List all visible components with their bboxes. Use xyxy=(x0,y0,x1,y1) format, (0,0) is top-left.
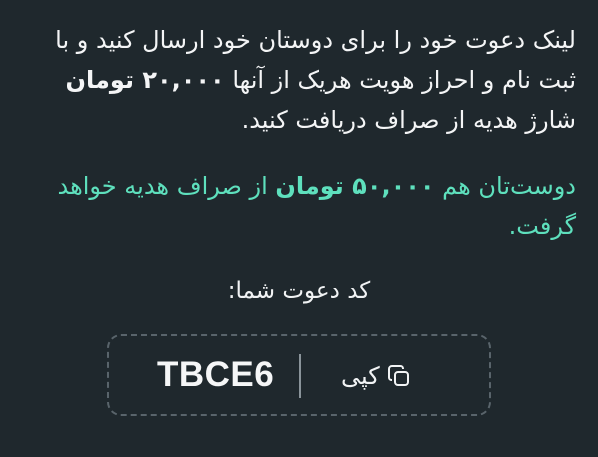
invite-code-value: TBCE6 xyxy=(157,355,275,394)
copy-icon xyxy=(386,363,412,389)
invite-reward-text: لینک دعوت خود را برای دوستان خود ارسال ک… xyxy=(55,26,576,134)
invite-reward-amount: ۲۰,۰۰۰ تومان xyxy=(65,66,225,94)
friend-reward-text: دوست‌تان هم ۵۰,۰۰۰ تومان از صراف هدیه خو… xyxy=(57,172,576,240)
invite-code-label: کد دعوت شما: xyxy=(227,278,371,304)
copy-button[interactable]: کپی xyxy=(341,356,412,396)
invite-code-box: TBCE6 کپی xyxy=(107,334,491,416)
invite-description: لینک دعوت خود را برای دوستان خود ارسال ک… xyxy=(22,20,576,246)
code-divider xyxy=(299,354,301,398)
friend-reward-amount: ۵۰,۰۰۰ تومان xyxy=(275,172,435,200)
copy-label: کپی xyxy=(341,362,380,390)
